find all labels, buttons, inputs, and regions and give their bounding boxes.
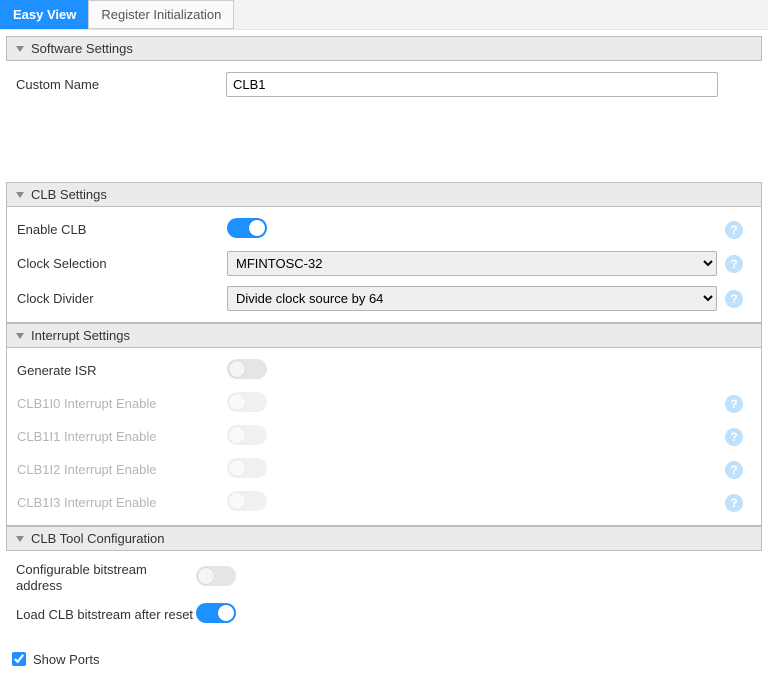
help-icon[interactable]: ? [725, 255, 743, 273]
label-generate-isr: Generate ISR [17, 363, 227, 378]
toggle-generate-isr[interactable] [227, 359, 267, 379]
help-icon[interactable]: ? [725, 428, 743, 446]
section-body-interrupt-settings: Generate ISR CLB1I0 Interrupt Enable ? C… [6, 348, 762, 526]
label-clock-divider: Clock Divider [17, 291, 227, 306]
label-clb1i2: CLB1I2 Interrupt Enable [17, 462, 227, 477]
section-body-software-settings: Custom Name [6, 61, 762, 176]
help-icon[interactable]: ? [725, 461, 743, 479]
help-icon[interactable]: ? [725, 494, 743, 512]
label-configurable-bitstream-address: Configurable bitstream address [16, 562, 196, 593]
section-header-interrupt-settings[interactable]: Interrupt Settings [6, 323, 762, 348]
label-clb1i1: CLB1I1 Interrupt Enable [17, 429, 227, 444]
section-title: CLB Settings [31, 187, 107, 202]
toggle-configurable-bitstream-address[interactable] [196, 566, 236, 586]
row-clb1i3: CLB1I3 Interrupt Enable ? [7, 486, 761, 519]
help-icon[interactable]: ? [725, 290, 743, 308]
label-enable-clb: Enable CLB [17, 222, 227, 237]
label-custom-name: Custom Name [16, 77, 226, 92]
toggle-clb1i1[interactable] [227, 425, 267, 445]
section-body-clb-settings: Enable CLB ? Clock Selection MFINTOSC-32… [6, 207, 762, 323]
row-clb1i0: CLB1I0 Interrupt Enable ? [7, 387, 761, 420]
section-title: Software Settings [31, 41, 133, 56]
row-generate-isr: Generate ISR [7, 354, 761, 387]
show-ports-checkbox[interactable] [12, 652, 26, 666]
chevron-down-icon [15, 331, 25, 341]
show-ports-label: Show Ports [33, 652, 99, 667]
label-clb1i3: CLB1I3 Interrupt Enable [17, 495, 227, 510]
label-clock-selection: Clock Selection [17, 256, 227, 271]
label-load-clb-bitstream: Load CLB bitstream after reset [16, 607, 196, 622]
section-header-clb-settings[interactable]: CLB Settings [6, 182, 762, 207]
label-clb1i0: CLB1I0 Interrupt Enable [17, 396, 227, 411]
help-icon[interactable]: ? [725, 221, 743, 239]
row-clock-selection: Clock Selection MFINTOSC-32 ? [7, 246, 761, 281]
row-clock-divider: Clock Divider Divide clock source by 64 … [7, 281, 761, 316]
tab-register-initialization[interactable]: Register Initialization [88, 0, 234, 29]
custom-name-input[interactable] [226, 72, 718, 97]
row-enable-clb: Enable CLB ? [7, 213, 761, 246]
row-load-clb-bitstream: Load CLB bitstream after reset [6, 598, 762, 631]
chevron-down-icon [15, 190, 25, 200]
toggle-load-clb-bitstream[interactable] [196, 603, 236, 623]
clock-divider-select[interactable]: Divide clock source by 64 [227, 286, 717, 311]
toggle-clb1i2[interactable] [227, 458, 267, 478]
row-configurable-bitstream-address: Configurable bitstream address [6, 557, 762, 598]
toggle-clb1i3[interactable] [227, 491, 267, 511]
section-title: Interrupt Settings [31, 328, 130, 343]
toggle-clb1i0[interactable] [227, 392, 267, 412]
section-body-clb-tool-configuration: Configurable bitstream address Load CLB … [6, 551, 762, 637]
chevron-down-icon [15, 534, 25, 544]
clock-selection-select[interactable]: MFINTOSC-32 [227, 251, 717, 276]
tab-easy-view[interactable]: Easy View [0, 0, 89, 29]
section-title: CLB Tool Configuration [31, 531, 164, 546]
section-header-software-settings[interactable]: Software Settings [6, 36, 762, 61]
row-custom-name: Custom Name [6, 67, 762, 102]
show-ports-row: Show Ports [0, 637, 768, 673]
section-header-clb-tool-configuration[interactable]: CLB Tool Configuration [6, 526, 762, 551]
chevron-down-icon [15, 44, 25, 54]
row-clb1i1: CLB1I1 Interrupt Enable ? [7, 420, 761, 453]
toggle-enable-clb[interactable] [227, 218, 267, 238]
help-icon[interactable]: ? [725, 395, 743, 413]
row-clb1i2: CLB1I2 Interrupt Enable ? [7, 453, 761, 486]
tab-bar: Easy View Register Initialization [0, 0, 768, 30]
content-area: Software Settings Custom Name CLB Settin… [0, 36, 768, 685]
